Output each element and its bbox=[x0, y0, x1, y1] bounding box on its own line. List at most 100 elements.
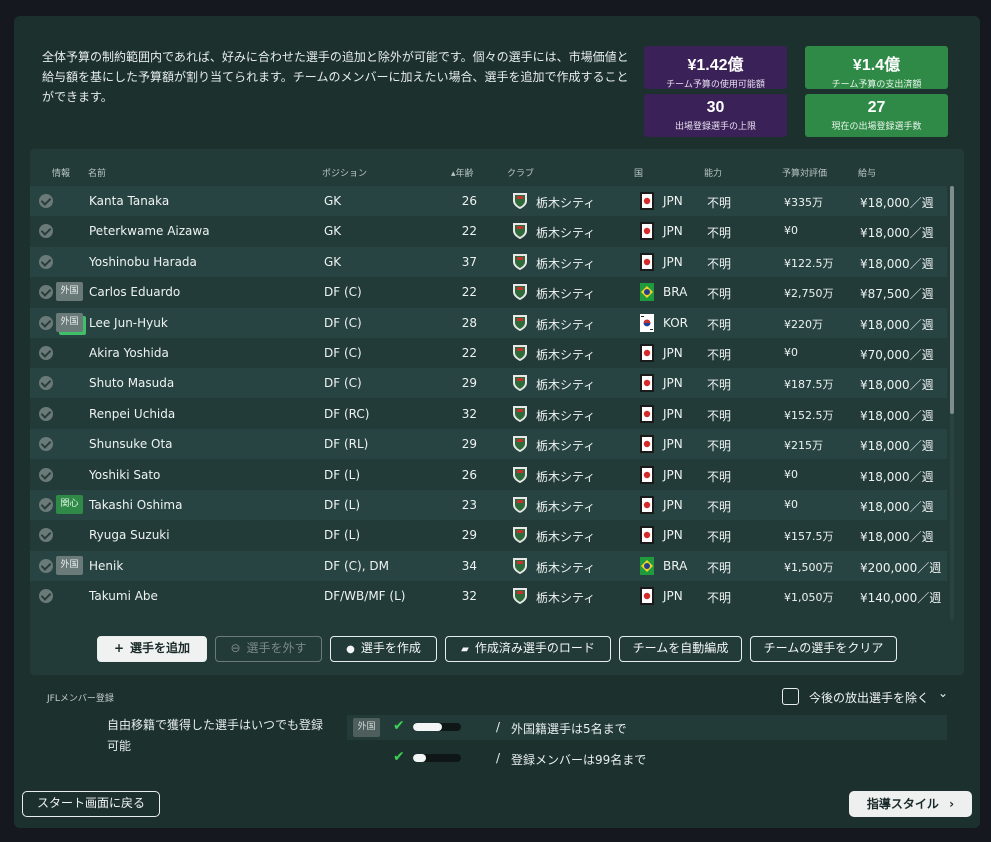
player-club: 栃木シティ bbox=[536, 500, 596, 514]
table-row[interactable]: Yoshinobu Harada GK 37 栃木シティ JPN 不明 ¥122.5万 ¥18… bbox=[30, 247, 947, 277]
header-info[interactable]: 情報 bbox=[52, 166, 70, 179]
player-name: Kanta Tanaka bbox=[89, 194, 170, 208]
add-player-button[interactable]: + 選手を追加 bbox=[97, 636, 207, 662]
player-ability: 不明 bbox=[707, 561, 732, 575]
player-nation: JPN bbox=[663, 346, 683, 360]
table-row[interactable]: 外国 Carlos Eduardo DF (C) 22 栃木シティ BRA 不明 ¥2,750… bbox=[30, 277, 947, 307]
table-header: 情報 名前 ポジション ▴年齢 クラブ 国 能力 予算対評価 給与 bbox=[30, 164, 950, 180]
table-row[interactable]: Yoshiki Sato DF (L) 26 栃木シティ JPN 不明 ¥0 ¥18,000／… bbox=[30, 460, 947, 490]
selected-check-icon[interactable] bbox=[39, 346, 53, 360]
exclude-checkbox[interactable] bbox=[782, 688, 799, 705]
selected-check-icon[interactable] bbox=[39, 255, 53, 269]
rule-slash: / bbox=[496, 720, 501, 734]
player-name: Carlos Eduardo bbox=[89, 285, 181, 299]
table-row[interactable]: Ryuga Suzuki DF (L) 29 栃木シティ JPN 不明 ¥157.5万 ¥18… bbox=[30, 520, 947, 550]
player-position: DF (RL) bbox=[324, 437, 369, 451]
club-crest-icon bbox=[513, 497, 527, 513]
chevron-down-icon[interactable]: ⌄ bbox=[938, 686, 948, 700]
brazil-flag-icon bbox=[640, 283, 654, 301]
player-club: 栃木シティ bbox=[536, 409, 596, 423]
table-row[interactable]: Shunsuke Ota DF (RL) 29 栃木シティ JPN 不明 ¥215万 ¥18,… bbox=[30, 429, 947, 459]
clear-squad-button[interactable]: チームの選手をクリア bbox=[750, 636, 897, 662]
selected-check-icon[interactable] bbox=[39, 528, 53, 542]
player-position: DF (C) bbox=[324, 376, 362, 390]
selected-check-icon[interactable] bbox=[39, 316, 53, 330]
selected-check-icon[interactable] bbox=[39, 407, 53, 421]
stat-label: チーム予算の支出済額 bbox=[831, 80, 922, 90]
selected-check-icon[interactable] bbox=[39, 498, 53, 512]
stat-label: 出場登録選手の上限 bbox=[674, 122, 756, 132]
table-row[interactable]: Shuto Masuda DF (C) 29 栃木シティ JPN 不明 ¥187.5万 ¥18… bbox=[30, 368, 947, 398]
back-to-start-button[interactable]: スタート画面に戻る bbox=[22, 791, 160, 817]
table-row[interactable]: Peterkwame Aizawa GK 22 栃木シティ JPN 不明 ¥0 ¥18,000… bbox=[30, 216, 947, 246]
player-nation: JPN bbox=[663, 224, 683, 238]
table-row[interactable]: 関心 Takashi Oshima DF (L) 23 栃木シティ JPN 不明 ¥0 ¥18,… bbox=[30, 490, 947, 520]
selected-check-icon[interactable] bbox=[39, 285, 53, 299]
player-nation: JPN bbox=[663, 194, 683, 208]
rule-total-text: 登録メンバーは99名まで bbox=[511, 753, 647, 767]
player-ability: 不明 bbox=[707, 439, 732, 453]
auto-squad-button[interactable]: チームを自動編成 bbox=[619, 636, 742, 662]
table-row[interactable]: 外国 Lee Jun-Hyuk DF (C) 28 栃木シティ KOR 不明 ¥220万 ¥18… bbox=[30, 308, 947, 338]
rule-slash: / bbox=[496, 751, 501, 765]
player-wage: ¥18,000／週 bbox=[860, 318, 934, 332]
player-age: 29 bbox=[461, 437, 477, 451]
header-club[interactable]: クラブ bbox=[507, 166, 534, 179]
player-wage: ¥18,000／週 bbox=[860, 257, 934, 271]
player-name: Renpei Uchida bbox=[89, 407, 176, 421]
table-row[interactable]: Takumi Abe DF/WB/MF (L) 32 栃木シティ JPN 不明 ¥1,050… bbox=[30, 581, 947, 611]
load-created-button[interactable]: ▰ 作成済み選手のロード bbox=[445, 636, 611, 662]
auto-squad-label: チームを自動編成 bbox=[632, 641, 729, 655]
player-ability: 不明 bbox=[707, 530, 732, 544]
player-age: 29 bbox=[461, 528, 477, 542]
exclude-label: 今後の放出選手を除く bbox=[809, 691, 930, 705]
header-age[interactable]: ▴年齢 bbox=[451, 166, 474, 179]
coaching-style-button[interactable]: 指導スタイル › bbox=[849, 791, 972, 817]
japan-flag-icon bbox=[640, 435, 654, 453]
remove-player-button[interactable]: ⊖ 選手を外す bbox=[215, 636, 322, 662]
player-wage: ¥70,000／週 bbox=[860, 348, 934, 362]
player-ability: 不明 bbox=[707, 257, 732, 271]
player-ability: 不明 bbox=[707, 500, 732, 514]
scrollbar-thumb[interactable] bbox=[950, 186, 954, 414]
minus-circle-icon: ⊖ bbox=[230, 641, 241, 655]
header-wage[interactable]: 給与 bbox=[858, 166, 876, 179]
player-club: 栃木シティ bbox=[536, 196, 596, 210]
selected-check-icon[interactable] bbox=[39, 224, 53, 238]
selected-check-icon[interactable] bbox=[39, 589, 53, 603]
header-budget[interactable]: 予算対評価 bbox=[782, 166, 827, 179]
header-nation[interactable]: 国 bbox=[634, 166, 643, 179]
check-icon: ✔ bbox=[393, 749, 405, 765]
folder-icon: ▰ bbox=[461, 644, 469, 655]
selected-check-icon[interactable] bbox=[39, 376, 53, 390]
header-ability[interactable]: 能力 bbox=[704, 166, 722, 179]
player-age: 22 bbox=[461, 285, 477, 299]
player-name: Henik bbox=[89, 559, 124, 573]
table-row[interactable]: Renpei Uchida DF (RC) 32 栃木シティ JPN 不明 ¥152.5万 ¥… bbox=[30, 399, 947, 429]
selected-check-icon[interactable] bbox=[39, 468, 53, 482]
club-crest-icon bbox=[513, 345, 527, 361]
header-position[interactable]: ポジション bbox=[322, 166, 367, 179]
player-nation: JPN bbox=[663, 528, 683, 542]
player-nation: BRA bbox=[663, 285, 688, 299]
table-row[interactable]: Kanta Tanaka GK 26 栃木シティ JPN 不明 ¥335万 ¥18,000／週 bbox=[30, 186, 947, 216]
create-player-button[interactable]: ● 選手を作成 bbox=[330, 636, 437, 662]
selected-check-icon[interactable] bbox=[39, 559, 53, 573]
table-row[interactable]: 外国 Henik DF (C), DM 34 栃木シティ BRA 不明 ¥1,500万 ¥200… bbox=[30, 551, 947, 581]
clear-squad-label: チームの選手をクリア bbox=[763, 641, 884, 655]
selected-check-icon[interactable] bbox=[39, 194, 53, 208]
player-rows: Kanta Tanaka GK 26 栃木シティ JPN 不明 ¥335万 ¥18,000／週… bbox=[30, 186, 947, 620]
player-nation: JPN bbox=[663, 437, 683, 451]
selected-check-icon[interactable] bbox=[39, 437, 53, 451]
player-club: 栃木シティ bbox=[536, 318, 596, 332]
table-row[interactable]: Akira Yoshida DF (C) 22 栃木シティ JPN 不明 ¥0 ¥70,000… bbox=[30, 338, 947, 368]
player-club: 栃木シティ bbox=[536, 530, 596, 544]
coaching-style-label: 指導スタイル bbox=[866, 797, 939, 811]
club-crest-icon bbox=[513, 558, 527, 574]
japan-flag-icon bbox=[640, 374, 654, 392]
player-club: 栃木シティ bbox=[536, 287, 596, 301]
player-budget: ¥1,050万 bbox=[784, 591, 834, 604]
header-name[interactable]: 名前 bbox=[88, 166, 106, 179]
player-position: DF (L) bbox=[324, 468, 361, 482]
player-position: DF (L) bbox=[324, 498, 361, 512]
